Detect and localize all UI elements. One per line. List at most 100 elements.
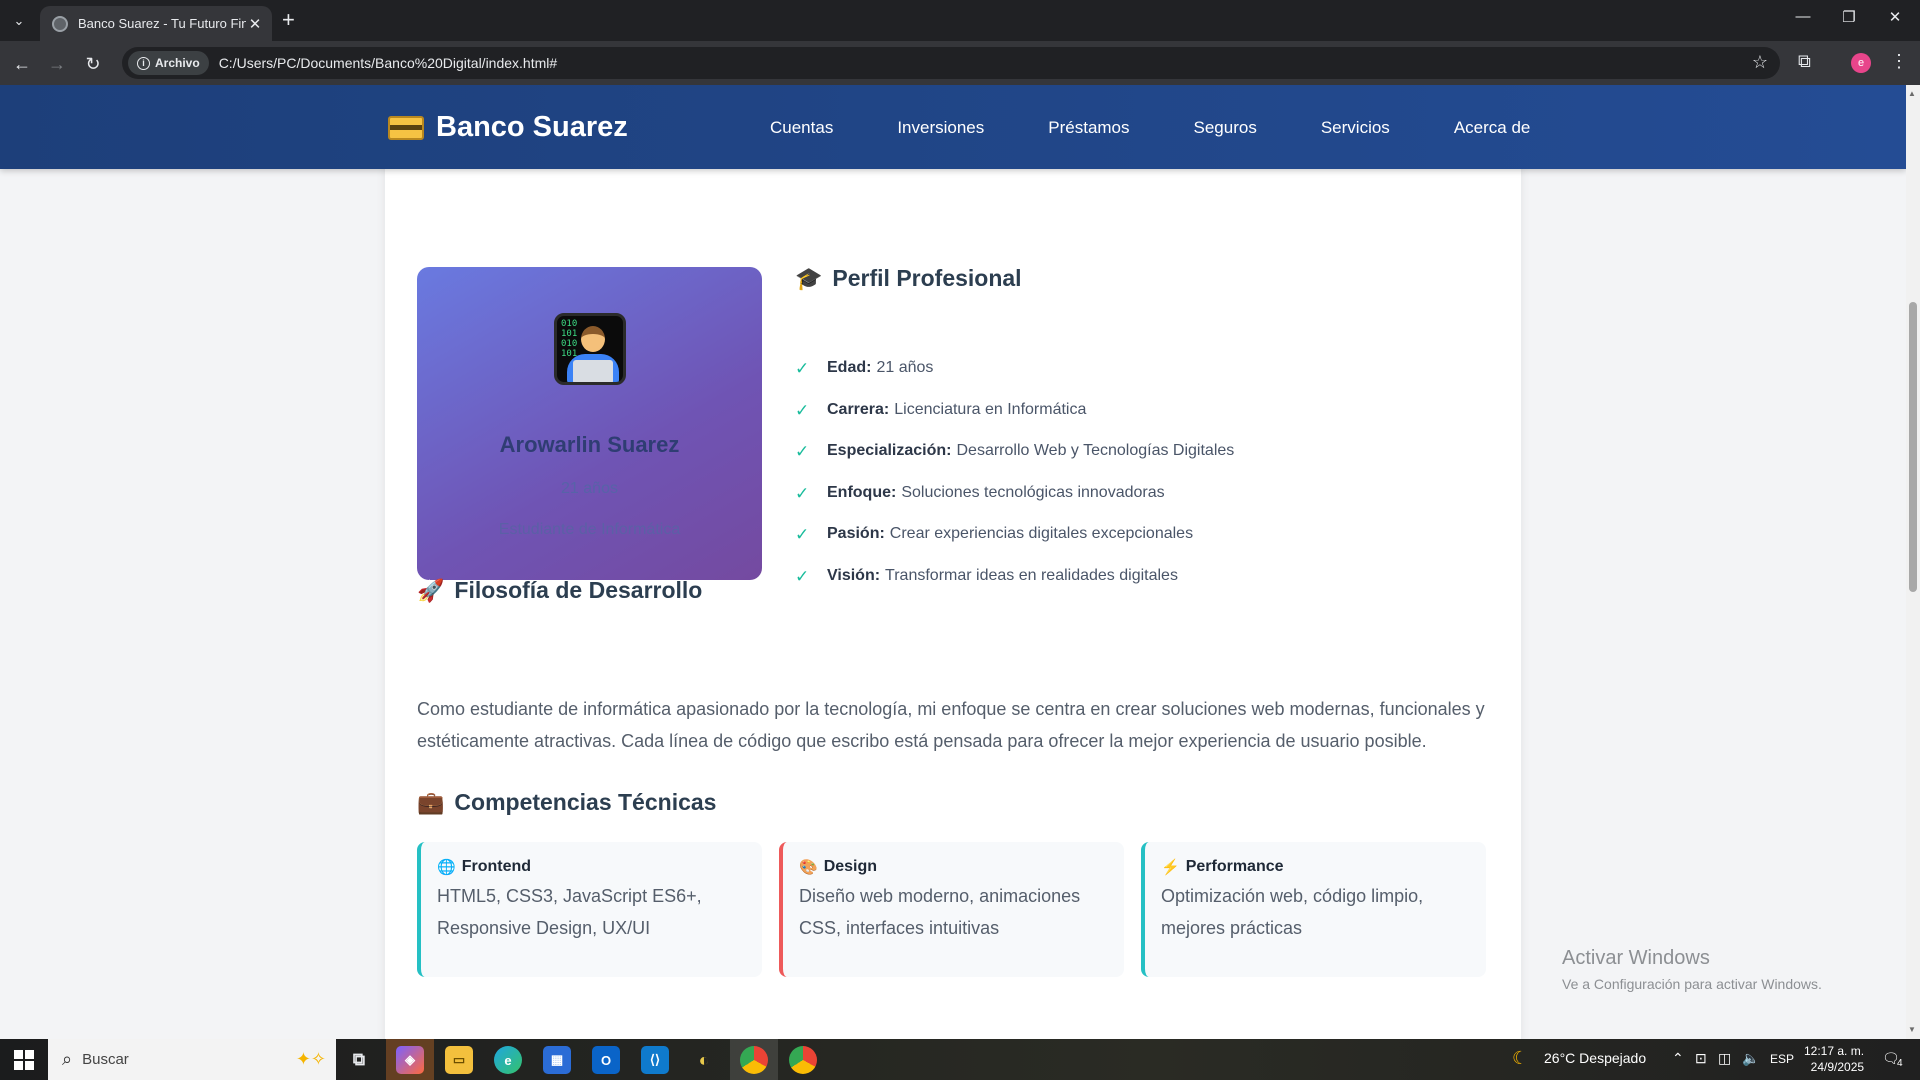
browser-toolbar: ← → ↻ i Archivo C:/Users/PC/Documents/Ba… bbox=[0, 41, 1920, 85]
info-icon: i bbox=[137, 56, 150, 70]
browser-tab-bar: ⌄ Banco Suarez - Tu Futuro Finan ✕ + — ❐… bbox=[0, 0, 1920, 41]
nav-seguros[interactable]: Seguros bbox=[1194, 118, 1257, 138]
perfil-item: ✓ Carrera: Licenciatura en Informática bbox=[795, 400, 1087, 420]
sparkle-icon: ✦✧ bbox=[295, 1049, 326, 1069]
restore-button[interactable]: ❐ bbox=[1826, 8, 1872, 26]
forward-button[interactable]: → bbox=[44, 51, 70, 77]
check-icon: ✓ bbox=[795, 400, 810, 420]
close-window-button[interactable]: ✕ bbox=[1872, 8, 1918, 26]
skill-desc: Optimización web, código limpio, mejores… bbox=[1161, 886, 1424, 938]
volume-icon[interactable]: 🔈 bbox=[1742, 1050, 1759, 1067]
competencias-heading: 💼 Competencias Técnicas bbox=[417, 789, 716, 816]
filosofia-title: Filosofía de Desarrollo bbox=[454, 577, 703, 603]
brand-name: Banco Suarez bbox=[436, 111, 628, 143]
system-clock[interactable]: 12:17 a. m. 24/9/2025 bbox=[1804, 1043, 1864, 1075]
search-icon: ⌕ bbox=[62, 1049, 73, 1069]
profile-card: 010 101 010 101 Arowarlin Suarez 21 años… bbox=[417, 267, 762, 580]
network-icon[interactable]: ⊡ bbox=[1695, 1050, 1707, 1067]
palette-icon: 🎨 bbox=[799, 859, 818, 876]
moon-icon: ☾ bbox=[1512, 1048, 1529, 1068]
site-chip-label: Archivo bbox=[155, 56, 200, 70]
activate-windows-watermark: Activar Windows Ve a Configuración para … bbox=[1562, 947, 1822, 992]
language-indicator[interactable]: ESP bbox=[1770, 1052, 1794, 1066]
perfil-item: ✓ Visión: Transformar ideas en realidades … bbox=[795, 566, 1178, 586]
page-viewport: 010 101 010 101 Arowarlin Suarez 21 años… bbox=[0, 85, 1906, 1039]
perfil-heading: 🎓 Perfil Profesional bbox=[795, 265, 1022, 292]
check-icon: ✓ bbox=[795, 442, 810, 461]
site-info-chip[interactable]: i Archivo bbox=[128, 51, 209, 75]
globe-icon bbox=[52, 15, 68, 32]
weather-text[interactable]: 26°C Despejado bbox=[1544, 1050, 1646, 1066]
about-card: 010 101 010 101 Arowarlin Suarez 21 años… bbox=[385, 145, 1521, 1039]
check-icon: ✓ bbox=[795, 483, 810, 503]
page-scrollbar[interactable]: ▲ ▼ bbox=[1906, 85, 1920, 1039]
nav-cuentas[interactable]: Cuentas bbox=[770, 118, 833, 138]
clock-date: 24/9/2025 bbox=[1810, 1060, 1865, 1074]
taskbar-search[interactable]: ⌕ Buscar ✦✧ bbox=[48, 1039, 336, 1080]
edge-icon[interactable]: e bbox=[494, 1046, 522, 1074]
chrome-icon[interactable] bbox=[740, 1046, 768, 1074]
perfil-item: ✓ Pasión: Crear experiencias digitales exc… bbox=[795, 525, 1194, 544]
close-tab-icon[interactable]: ✕ bbox=[246, 15, 264, 33]
competencias-title: Competencias Técnicas bbox=[454, 789, 717, 815]
perfil-list: ✓ Edad: 21 años ✓ Carrera: Licenciatura en I… bbox=[795, 359, 1495, 608]
app-icon[interactable]: ◐ bbox=[690, 1046, 718, 1074]
minimize-button[interactable]: — bbox=[1780, 8, 1826, 25]
perfil-title: Perfil Profesional bbox=[832, 265, 1022, 291]
scroll-thumb[interactable] bbox=[1909, 302, 1917, 592]
copilot-icon[interactable]: ◈ bbox=[396, 1046, 424, 1074]
profile-age: 21 años bbox=[561, 480, 618, 497]
technologist-avatar-icon: 010 101 010 101 bbox=[554, 313, 626, 385]
new-tab-button[interactable]: + bbox=[282, 8, 295, 32]
notification-count: 4 bbox=[1897, 1058, 1903, 1069]
url-text[interactable]: C:/Users/PC/Documents/Banco%20Digital/in… bbox=[219, 55, 557, 71]
nav-prestamos[interactable]: Préstamos bbox=[1048, 118, 1129, 138]
clock-time: 12:17 a. m. bbox=[1804, 1044, 1865, 1058]
chrome-profile-icon[interactable] bbox=[789, 1046, 817, 1074]
check-icon: ✓ bbox=[795, 359, 810, 378]
profile-name: Arowarlin Suarez bbox=[499, 432, 680, 457]
perfil-item: ✓ Enfoque: Soluciones tecnológicas innovad… bbox=[795, 483, 1165, 503]
file-explorer-icon[interactable]: ▭ bbox=[445, 1046, 473, 1074]
graduation-cap-icon: 🎓 bbox=[795, 265, 823, 291]
nav-inversiones[interactable]: Inversiones bbox=[897, 118, 984, 138]
avatar-code: 010 101 010 101 bbox=[561, 319, 578, 359]
outlook-icon[interactable]: O bbox=[592, 1046, 620, 1074]
skill-card-frontend: 🌐 Frontend HTML5, CSS3, JavaScript ES6+, … bbox=[417, 842, 762, 977]
tab-title: Banco Suarez - Tu Futuro Finan bbox=[78, 16, 246, 31]
reload-button[interactable]: ↻ bbox=[80, 51, 106, 77]
briefcase-icon: 💼 bbox=[417, 789, 445, 815]
brand-logo[interactable]: Banco Suarez bbox=[388, 111, 628, 144]
scroll-down-icon[interactable]: ▼ bbox=[1908, 1025, 1916, 1034]
windows-taskbar: ⌕ Buscar ✦✧ ⧉ ◈ ▭ e ▦ O ⟨⟩ ◐ ☾ 26°C Desp… bbox=[0, 1039, 1920, 1080]
windows-start-icon[interactable] bbox=[14, 1050, 34, 1070]
extensions-icon[interactable]: ⧉ bbox=[1798, 51, 1811, 72]
filosofia-text: Como estudiante de informática apasionad… bbox=[417, 699, 1485, 751]
wifi-icon[interactable]: ◫ bbox=[1718, 1050, 1731, 1067]
task-view-icon[interactable]: ⧉ bbox=[345, 1046, 373, 1074]
skill-card-performance: ⚡ Performance Optimización web, código li… bbox=[1141, 842, 1486, 977]
store-icon[interactable]: ▦ bbox=[543, 1046, 571, 1074]
scroll-up-icon[interactable]: ▲ bbox=[1908, 89, 1916, 98]
credit-card-icon bbox=[388, 115, 424, 140]
browser-tab[interactable]: Banco Suarez - Tu Futuro Finan ✕ bbox=[40, 6, 272, 41]
profile-avatar[interactable]: e bbox=[1851, 53, 1871, 73]
skill-desc: Diseño web moderno, animaciones CSS, int… bbox=[799, 886, 1081, 938]
vscode-icon[interactable]: ⟨⟩ bbox=[641, 1046, 669, 1074]
skill-card-design: 🎨 Design Diseño web moderno, animaciones … bbox=[779, 842, 1124, 977]
filosofia-heading: 🚀 Filosofía de Desarrollo bbox=[417, 577, 702, 604]
rocket-icon: 🚀 bbox=[417, 577, 445, 603]
back-button[interactable]: ← bbox=[9, 51, 35, 77]
globe-icon: 🌐 bbox=[437, 859, 456, 876]
profile-role: Estudiante de Informática bbox=[498, 521, 681, 538]
nav-servicios[interactable]: Servicios bbox=[1321, 118, 1390, 138]
main-nav: Cuentas Inversiones Préstamos Seguros Se… bbox=[770, 118, 1530, 138]
nav-acerca-de[interactable]: Acerca de bbox=[1454, 118, 1531, 138]
menu-dots-icon[interactable]: ⋮ bbox=[1890, 51, 1908, 72]
chevron-up-icon[interactable]: ⌃ bbox=[1672, 1050, 1684, 1067]
skill-desc: HTML5, CSS3, JavaScript ES6+, Responsive… bbox=[437, 886, 702, 938]
bookmark-star-icon[interactable]: ☆ bbox=[1752, 52, 1768, 73]
lightning-icon: ⚡ bbox=[1161, 859, 1180, 876]
address-bar[interactable]: i Archivo C:/Users/PC/Documents/Banco%20… bbox=[122, 47, 1780, 79]
tab-search-button[interactable]: ⌄ bbox=[6, 8, 32, 34]
